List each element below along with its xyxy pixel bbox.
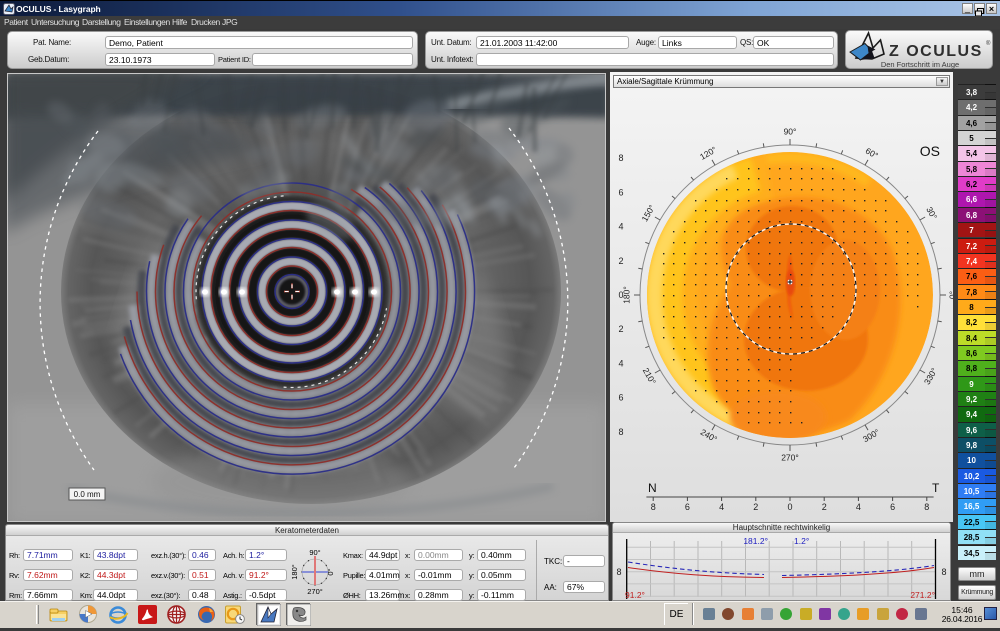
svg-text:180°: 180°	[290, 564, 299, 580]
svg-text:300°: 300°	[861, 427, 881, 444]
svg-text:®: ®	[986, 40, 991, 47]
svg-text:6: 6	[890, 502, 895, 512]
svg-text:Den Fortschritt im Auge: Den Fortschritt im Auge	[881, 60, 959, 69]
svg-text:4: 4	[719, 502, 724, 512]
svg-text:8: 8	[618, 427, 623, 437]
svg-text:60°: 60°	[864, 146, 880, 161]
svg-text:8: 8	[618, 153, 623, 163]
svg-text:2: 2	[618, 256, 623, 266]
svg-text:2: 2	[618, 324, 623, 334]
svg-text:Z OCULUS: Z OCULUS	[889, 43, 983, 60]
svg-text:T: T	[932, 481, 940, 495]
svg-text:2: 2	[822, 502, 827, 512]
svg-text:4: 4	[618, 358, 623, 368]
svg-text:OS: OS	[920, 143, 940, 159]
svg-text:270°: 270°	[307, 587, 323, 596]
svg-text:2: 2	[753, 502, 758, 512]
svg-text:4: 4	[856, 502, 861, 512]
svg-text:1.2°: 1.2°	[794, 536, 809, 546]
svg-text:8: 8	[651, 502, 656, 512]
svg-text:0.0 mm: 0.0 mm	[74, 490, 101, 499]
svg-text:181.2°: 181.2°	[743, 536, 768, 546]
svg-text:240°: 240°	[699, 427, 719, 444]
svg-text:6: 6	[618, 187, 623, 197]
svg-text:210°: 210°	[641, 366, 658, 386]
svg-text:330°: 330°	[922, 366, 939, 386]
svg-text:6: 6	[618, 393, 623, 403]
svg-text:0°: 0°	[326, 568, 335, 575]
svg-text:8: 8	[941, 567, 946, 577]
svg-text:90°: 90°	[309, 548, 320, 557]
svg-text:8: 8	[924, 502, 929, 512]
svg-text:150°: 150°	[639, 203, 656, 223]
svg-text:0: 0	[787, 502, 792, 512]
svg-text:271.2°: 271.2°	[910, 590, 935, 600]
svg-text:N: N	[648, 481, 657, 495]
svg-text:30°: 30°	[924, 205, 939, 221]
svg-text:120°: 120°	[698, 144, 718, 161]
svg-text:0°: 0°	[947, 291, 953, 299]
svg-text:6: 6	[685, 502, 690, 512]
svg-text:4: 4	[618, 222, 623, 232]
svg-text:90°: 90°	[784, 126, 797, 136]
svg-text:270°: 270°	[781, 452, 799, 462]
svg-text:8: 8	[616, 567, 621, 577]
svg-text:91.2°: 91.2°	[625, 590, 645, 600]
svg-text:0: 0	[618, 290, 623, 300]
